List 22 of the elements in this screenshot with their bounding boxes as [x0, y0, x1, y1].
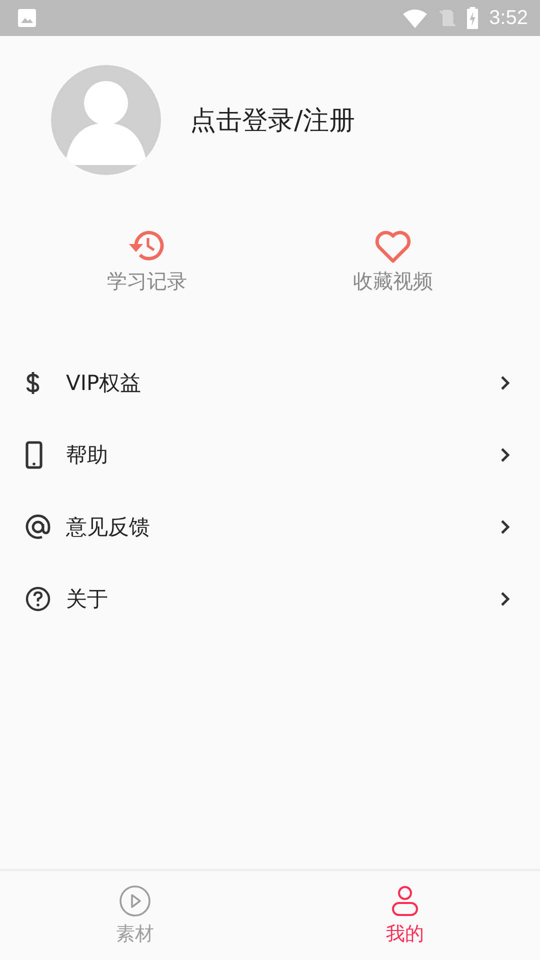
heart-icon	[373, 228, 413, 264]
wifi-icon	[402, 8, 428, 28]
clock-time: 3:52	[489, 6, 528, 30]
menu-item[interactable]: VIP权益	[0, 347, 540, 419]
menu-item[interactable]: 关于	[0, 563, 540, 635]
phone-icon	[25, 441, 43, 469]
person-icon	[389, 884, 421, 916]
avatar-icon[interactable]	[51, 65, 161, 175]
help-icon	[25, 586, 51, 612]
chevron-right-icon	[500, 591, 510, 607]
play-icon	[119, 884, 151, 916]
battery-charging-icon	[466, 7, 480, 29]
login-register-link[interactable]: 点击登录/注册	[190, 102, 355, 138]
chevron-right-icon	[500, 375, 510, 391]
at-sign-icon	[25, 514, 51, 540]
dollar-icon	[25, 370, 41, 396]
menu-item[interactable]: 意见反馈	[0, 491, 540, 563]
image-icon	[17, 8, 37, 28]
menu-item[interactable]: 帮助	[0, 419, 540, 491]
no-sim-icon	[438, 8, 456, 28]
chevron-right-icon	[500, 519, 510, 535]
chevron-right-icon	[500, 447, 510, 463]
